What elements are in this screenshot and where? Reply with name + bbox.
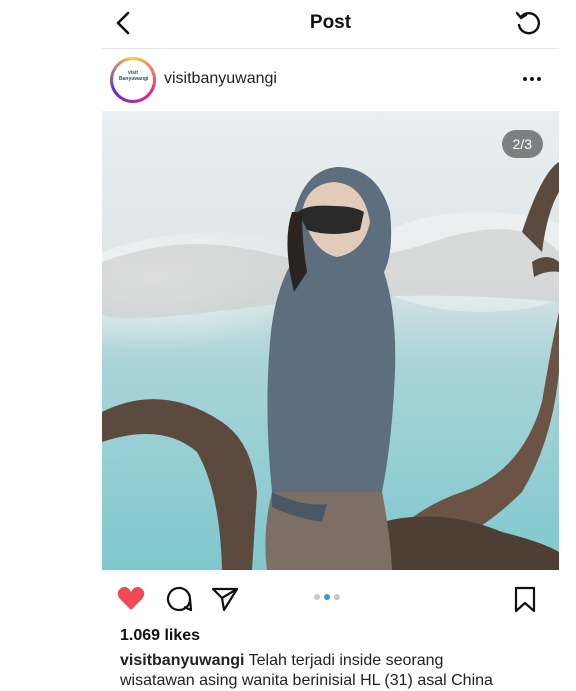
avatar[interactable]: visit Banyuwangi	[110, 57, 156, 103]
post-caption: visitbanyuwangi Telah terjadi inside seo…	[120, 651, 520, 691]
top-bar: Post	[102, 0, 559, 49]
carousel-dot	[334, 594, 340, 600]
bookmark-save-icon[interactable]	[510, 584, 540, 614]
carousel-dot	[314, 594, 320, 600]
instagram-post-screen: Post visit Banyuwangi visitbanyuwangi 2/…	[102, 0, 559, 689]
more-options-icon[interactable]	[521, 69, 543, 89]
carousel-counter: 2/3	[501, 130, 543, 158]
avatar-logo: visit Banyuwangi	[119, 70, 149, 82]
post-username[interactable]: visitbanyuwangi	[164, 70, 277, 88]
refresh-icon[interactable]	[513, 8, 543, 38]
carousel-dot-active	[324, 594, 330, 600]
post-header: visit Banyuwangi visitbanyuwangi	[102, 49, 559, 112]
likes-count[interactable]: 1.069 likes	[120, 627, 200, 645]
page-title: Post	[309, 12, 352, 33]
carousel-dots	[314, 594, 340, 600]
caption-username[interactable]: visitbanyuwangi	[120, 652, 244, 669]
action-bar	[102, 578, 559, 618]
share-send-icon[interactable]	[210, 584, 240, 614]
like-heart-icon[interactable]	[116, 584, 146, 614]
post-photo[interactable]: 2/3	[102, 112, 559, 570]
post-photo-image	[102, 112, 559, 570]
comment-icon[interactable]	[164, 584, 194, 614]
